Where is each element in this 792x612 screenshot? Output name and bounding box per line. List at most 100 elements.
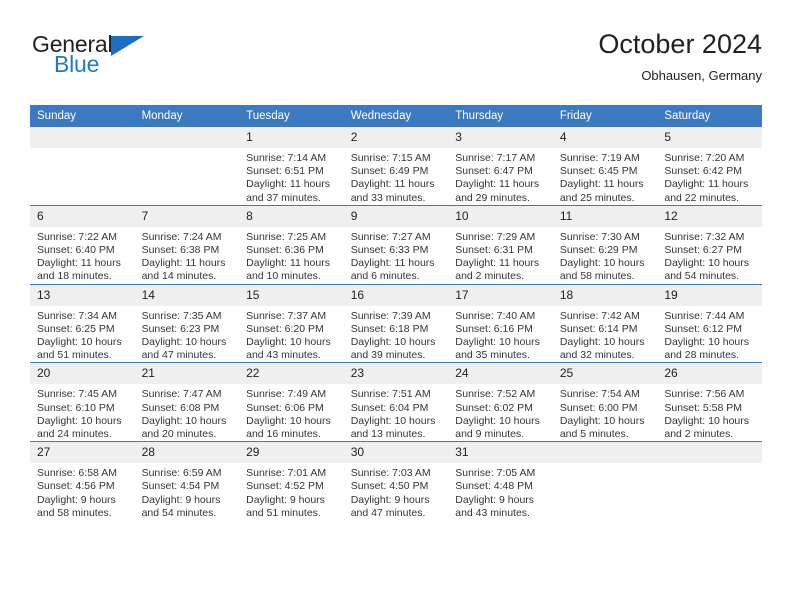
sunrise-text: Sunrise: 7:49 AM	[246, 388, 327, 401]
calendar-day-cell[interactable]: 22 Sunrise: 7:49 AM Sunset: 6:06 PM Dayligh…	[239, 362, 344, 442]
daylight-text-line2: and 47 minutes.	[350, 506, 426, 519]
calendar-body: 1 Sunrise: 7:14 AM Sunset: 6:51 PM Daylight…	[30, 127, 762, 521]
daylight-text-line2: and 58 minutes.	[559, 270, 635, 283]
day-sun-info: Sunrise: 7:15 AM Sunset: 6:49 PM Daylight:…	[344, 148, 449, 205]
calendar-day-cell[interactable]: 26 Sunrise: 7:56 AM Sunset: 5:58 PM Dayligh…	[657, 362, 762, 442]
sunrise-text: Sunrise: 7:40 AM	[455, 309, 536, 322]
daylight-text-line1: Daylight: 11 hours	[664, 178, 749, 191]
day-sun-info: Sunrise: 7:37 AM Sunset: 6:20 PM Daylight:…	[239, 306, 344, 363]
day-sun-info: Sunrise: 7:45 AM Sunset: 6:10 PM Daylight:…	[30, 384, 135, 441]
calendar-day-cell[interactable]: 14 Sunrise: 7:35 AM Sunset: 6:23 PM Dayligh…	[134, 283, 240, 363]
day-sun-info: Sunrise: 7:14 AM Sunset: 6:51 PM Daylight:…	[239, 148, 344, 205]
daylight-text-line1: Daylight: 10 hours	[246, 336, 331, 349]
day-sun-info: Sunrise: 7:03 AM Sunset: 4:50 PM Daylight:…	[344, 463, 449, 520]
sunrise-text: Sunrise: 7:56 AM	[664, 388, 745, 401]
calendar-day-cell[interactable]: 2 Sunrise: 7:15 AM Sunset: 6:49 PM Daylight…	[343, 127, 449, 206]
day-sun-info: Sunrise: 7:35 AM Sunset: 6:23 PM Daylight:…	[135, 306, 240, 363]
daylight-text-line1: Daylight: 10 hours	[141, 414, 227, 427]
daylight-text-line2: and 25 minutes.	[559, 191, 635, 204]
calendar-day-cell[interactable]: 31 Sunrise: 7:05 AM Sunset: 4:48 PM Dayligh…	[448, 441, 553, 521]
calendar-day-cell[interactable]: 29 Sunrise: 7:01 AM Sunset: 4:52 PM Dayligh…	[239, 441, 344, 521]
sunset-text: Sunset: 6:31 PM	[455, 244, 533, 257]
calendar-empty-cell	[134, 127, 240, 206]
daylight-text-line1: Daylight: 9 hours	[141, 493, 221, 506]
calendar-day-cell[interactable]: 12 Sunrise: 7:32 AM Sunset: 6:27 PM Dayligh…	[657, 204, 762, 285]
day-sun-info	[30, 148, 135, 152]
calendar-day-cell[interactable]: 5 Sunrise: 7:20 AM Sunset: 6:42 PM Daylight…	[657, 127, 762, 206]
calendar-day-cell[interactable]: 9 Sunrise: 7:27 AM Sunset: 6:33 PM Daylight…	[343, 204, 449, 285]
daylight-text-line2: and 2 minutes.	[455, 270, 525, 283]
day-sun-info: Sunrise: 7:25 AM Sunset: 6:36 PM Daylight:…	[239, 227, 344, 284]
calendar-day-cell[interactable]: 30 Sunrise: 7:03 AM Sunset: 4:50 PM Dayligh…	[343, 441, 449, 521]
daylight-text-line1: Daylight: 10 hours	[455, 336, 540, 349]
calendar-day-cell[interactable]: 4 Sunrise: 7:19 AM Sunset: 6:45 PM Daylight…	[552, 127, 658, 206]
day-sun-info: Sunrise: 7:22 AM Sunset: 6:40 PM Daylight:…	[30, 227, 135, 284]
calendar-day-cell[interactable]: 25 Sunrise: 7:54 AM Sunset: 6:00 PM Dayligh…	[552, 362, 658, 442]
sunset-text: Sunset: 6:42 PM	[664, 165, 743, 178]
sunrise-text: Sunrise: 7:52 AM	[455, 388, 536, 401]
page-title: October 2024	[598, 29, 762, 59]
day-number: 8	[239, 205, 344, 227]
sunset-text: Sunset: 4:56 PM	[37, 480, 115, 493]
day-sun-info: Sunrise: 7:19 AM Sunset: 6:45 PM Daylight:…	[553, 148, 658, 205]
calendar-day-cell[interactable]: 24 Sunrise: 7:52 AM Sunset: 6:02 PM Dayligh…	[448, 362, 553, 442]
calendar-day-cell[interactable]: 21 Sunrise: 7:47 AM Sunset: 6:08 PM Dayligh…	[134, 362, 240, 442]
daylight-text-line1: Daylight: 11 hours	[246, 178, 330, 191]
sunset-text: Sunset: 6:16 PM	[455, 322, 533, 335]
daylight-text-line2: and 20 minutes.	[141, 428, 217, 441]
sunset-text: Sunset: 4:48 PM	[455, 480, 533, 493]
sunset-text: Sunset: 6:38 PM	[141, 244, 220, 257]
daylight-text-line1: Daylight: 11 hours	[455, 257, 540, 270]
sunrise-text: Sunrise: 7:30 AM	[559, 230, 640, 243]
day-sun-info: Sunrise: 7:40 AM Sunset: 6:16 PM Daylight:…	[448, 306, 553, 363]
calendar-day-cell[interactable]: 1 Sunrise: 7:14 AM Sunset: 6:51 PM Daylight…	[239, 127, 344, 206]
day-number	[134, 127, 240, 148]
daylight-text-line1: Daylight: 10 hours	[664, 257, 750, 270]
sunset-text: Sunset: 6:25 PM	[37, 322, 115, 335]
calendar-day-cell[interactable]: 18 Sunrise: 7:42 AM Sunset: 6:14 PM Dayligh…	[552, 283, 658, 363]
daylight-text-line2: and 5 minutes.	[559, 428, 629, 441]
sunset-text: Sunset: 5:58 PM	[664, 401, 743, 414]
general-blue-logo[interactable]: General Blue	[32, 32, 152, 84]
calendar-day-cell[interactable]: 6 Sunrise: 7:22 AM Sunset: 6:40 PM Daylight…	[30, 204, 135, 285]
daylight-text-line2: and 2 minutes.	[664, 428, 734, 441]
calendar-day-cell[interactable]: 27 Sunrise: 6:58 AM Sunset: 4:56 PM Dayligh…	[30, 441, 135, 521]
daylight-text-line1: Daylight: 11 hours	[350, 178, 435, 191]
calendar-empty-cell	[657, 441, 762, 521]
daylight-text-line1: Daylight: 9 hours	[350, 493, 430, 506]
calendar-day-cell[interactable]: 23 Sunrise: 7:51 AM Sunset: 6:04 PM Dayligh…	[343, 362, 449, 442]
calendar-day-cell[interactable]: 8 Sunrise: 7:25 AM Sunset: 6:36 PM Daylight…	[239, 204, 344, 285]
day-sun-info: Sunrise: 7:27 AM Sunset: 6:33 PM Daylight:…	[344, 227, 449, 284]
sunrise-text: Sunrise: 7:32 AM	[664, 230, 745, 243]
calendar-day-cell[interactable]: 28 Sunrise: 6:59 AM Sunset: 4:54 PM Dayligh…	[134, 441, 240, 521]
calendar-day-cell[interactable]: 17 Sunrise: 7:40 AM Sunset: 6:16 PM Dayligh…	[448, 283, 553, 363]
day-number: 25	[552, 363, 658, 385]
daylight-text-line2: and 43 minutes.	[246, 349, 321, 362]
sunset-text: Sunset: 6:04 PM	[350, 401, 429, 414]
daylight-text-line2: and 24 minutes.	[37, 428, 112, 441]
day-number: 28	[134, 442, 240, 464]
calendar-day-cell[interactable]: 10 Sunrise: 7:29 AM Sunset: 6:31 PM Dayligh…	[448, 204, 553, 285]
calendar-day-cell[interactable]: 3 Sunrise: 7:17 AM Sunset: 6:47 PM Daylight…	[448, 127, 553, 206]
calendar-day-cell[interactable]: 16 Sunrise: 7:39 AM Sunset: 6:18 PM Dayligh…	[343, 283, 449, 363]
calendar-day-cell[interactable]: 19 Sunrise: 7:44 AM Sunset: 6:12 PM Dayligh…	[657, 283, 762, 363]
day-number: 7	[134, 205, 240, 227]
sunrise-text: Sunrise: 7:27 AM	[350, 230, 431, 243]
sunrise-text: Sunrise: 7:19 AM	[559, 152, 640, 164]
calendar-day-cell[interactable]: 7 Sunrise: 7:24 AM Sunset: 6:38 PM Daylight…	[134, 204, 240, 285]
calendar-day-cell[interactable]: 20 Sunrise: 7:45 AM Sunset: 6:10 PM Dayligh…	[30, 362, 135, 442]
calendar-day-cell[interactable]: 15 Sunrise: 7:37 AM Sunset: 6:20 PM Dayligh…	[239, 283, 344, 363]
day-sun-info: Sunrise: 6:58 AM Sunset: 4:56 PM Daylight:…	[30, 463, 135, 520]
calendar-day-cell[interactable]: 11 Sunrise: 7:30 AM Sunset: 6:29 PM Dayligh…	[552, 204, 658, 285]
day-number: 5	[657, 127, 762, 148]
sunset-text: Sunset: 6:10 PM	[37, 401, 115, 414]
daylight-text-line1: Daylight: 10 hours	[141, 336, 227, 349]
sunrise-text: Sunrise: 7:35 AM	[141, 309, 222, 322]
day-sun-info: Sunrise: 7:42 AM Sunset: 6:14 PM Daylight:…	[553, 306, 658, 363]
day-number: 14	[134, 284, 240, 306]
day-number: 30	[343, 442, 449, 464]
weekday-header-tuesday: Tuesday	[239, 105, 344, 127]
day-number	[552, 442, 658, 464]
calendar-day-cell[interactable]: 13 Sunrise: 7:34 AM Sunset: 6:25 PM Dayligh…	[30, 283, 135, 363]
calendar-header-row: Sunday Monday Tuesday Wednesday Thursday…	[30, 105, 762, 127]
